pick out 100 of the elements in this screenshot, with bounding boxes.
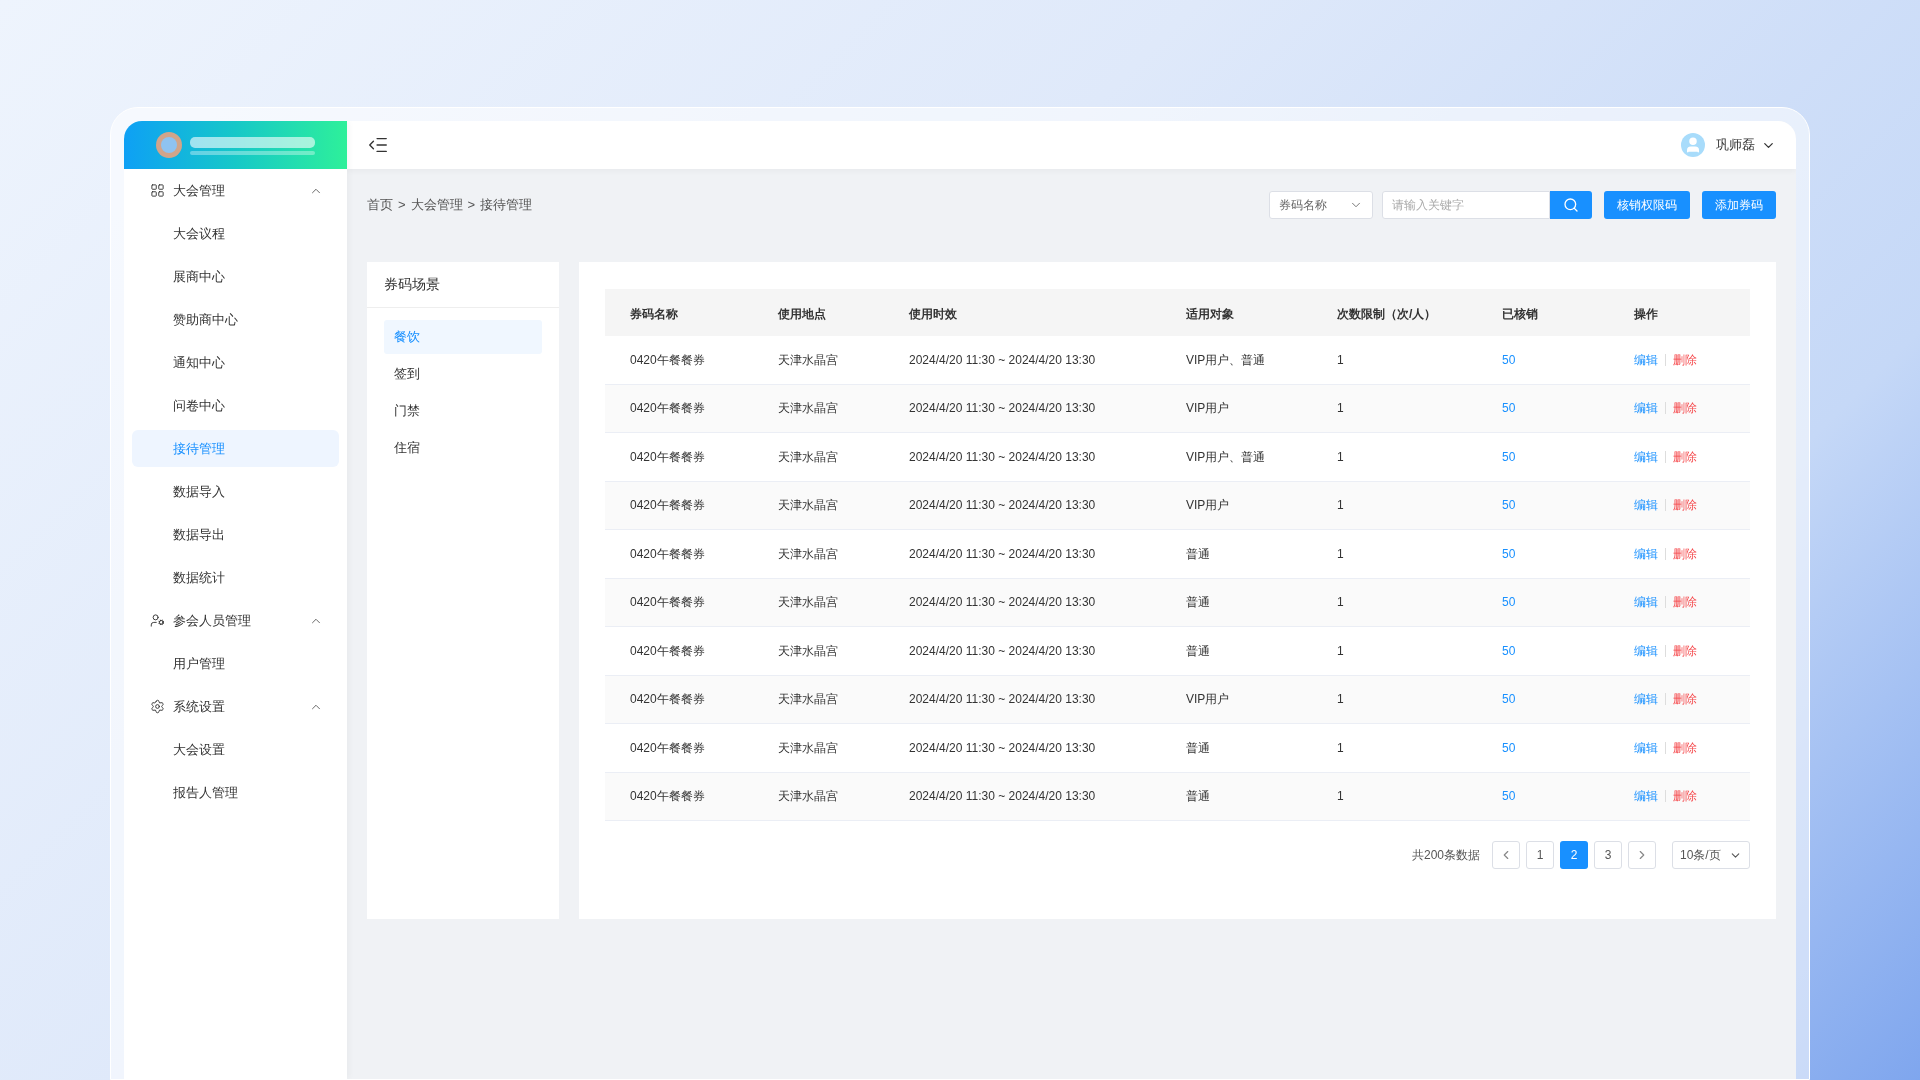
page-size-select[interactable]: 10条/页 (1672, 841, 1750, 869)
column-header: 已核销 (1502, 306, 1538, 321)
menu-item[interactable]: 数据导出 (132, 516, 339, 553)
scene-item[interactable]: 餐饮 (384, 320, 542, 354)
table-cell: 1 (1337, 546, 1344, 561)
menu-item[interactable]: 报告人管理 (132, 774, 339, 811)
avatar-icon[interactable] (1681, 133, 1705, 157)
table-cell: 1 (1337, 401, 1344, 416)
menu-group[interactable]: 大会管理 (124, 169, 347, 212)
edit-link[interactable]: 编辑 (1634, 544, 1658, 563)
column-header: 使用地点 (778, 306, 826, 321)
group-label: 参会人员管理 (173, 611, 252, 630)
table-cell: 2024/4/20 11:30 ~ 2024/4/20 13:30 (909, 546, 1096, 561)
table-cell: 2024/4/20 11:30 ~ 2024/4/20 13:30 (909, 449, 1096, 464)
scene-item[interactable]: 住宿 (384, 431, 542, 465)
edit-link[interactable]: 编辑 (1634, 350, 1658, 369)
column-header: 适用对象 (1186, 306, 1234, 321)
delete-link[interactable]: 删除 (1673, 641, 1697, 660)
edit-link[interactable]: 编辑 (1634, 787, 1658, 806)
table-cell: 0420午餐餐券 (630, 449, 705, 464)
menu-item[interactable]: 展商中心 (132, 258, 339, 295)
menu-item[interactable]: 赞助商中心 (132, 301, 339, 338)
breadcrumb-separator: > (467, 196, 476, 215)
table-cell: VIP用户 (1186, 401, 1230, 416)
action-button[interactable]: 添加券码 (1702, 191, 1776, 219)
verified-count-link[interactable]: 50 (1502, 692, 1516, 707)
table-cell: 2024/4/20 11:30 ~ 2024/4/20 13:30 (909, 692, 1096, 707)
verified-count-link[interactable]: 50 (1502, 643, 1516, 658)
table-cell: 2024/4/20 11:30 ~ 2024/4/20 13:30 (909, 401, 1096, 416)
menu-item[interactable]: 大会设置 (132, 731, 339, 768)
delete-link[interactable]: 删除 (1673, 496, 1697, 515)
edit-link[interactable]: 编辑 (1634, 593, 1658, 612)
verified-count-link[interactable]: 50 (1502, 449, 1516, 464)
table-cell: 普通 (1186, 740, 1210, 755)
column-header: 操作 (1634, 306, 1658, 321)
table-cell: 普通 (1186, 789, 1210, 804)
menu-group[interactable]: 系统设置 (124, 685, 347, 728)
verified-count-link[interactable]: 50 (1502, 352, 1516, 367)
column-header: 使用时效 (909, 306, 957, 321)
delete-link[interactable]: 删除 (1673, 447, 1697, 466)
table-cell: 0420午餐餐券 (630, 692, 705, 707)
breadcrumb-link[interactable]: 大会管理 (410, 195, 463, 215)
menu-item[interactable]: 数据统计 (132, 559, 339, 596)
table-cell: 普通 (1186, 546, 1210, 561)
verified-count-link[interactable]: 50 (1502, 498, 1516, 513)
menu-item[interactable]: 大会议程 (132, 215, 339, 252)
edit-link[interactable]: 编辑 (1634, 496, 1658, 515)
menu-group[interactable]: 参会人员管理 (124, 599, 347, 642)
group-icon (150, 613, 165, 628)
delete-link[interactable]: 删除 (1673, 593, 1697, 612)
table-cell: 0420午餐餐券 (630, 595, 705, 610)
delete-link[interactable]: 删除 (1673, 544, 1697, 563)
edit-link[interactable]: 编辑 (1634, 447, 1658, 466)
menu-item[interactable]: 通知中心 (132, 344, 339, 381)
action-button[interactable]: 核销权限码 (1604, 191, 1690, 219)
menu-item[interactable]: 数据导入 (132, 473, 339, 510)
table-cell: 0420午餐餐券 (630, 789, 705, 804)
table-cell: 普通 (1186, 595, 1210, 610)
page-button[interactable]: 3 (1594, 841, 1622, 869)
table-cell: VIP用户、普通 (1186, 352, 1266, 367)
table-cell: 天津水晶宫 (778, 692, 838, 707)
verified-count-link[interactable]: 50 (1502, 546, 1516, 561)
table-cell: 天津水晶宫 (778, 740, 838, 755)
scene-item[interactable]: 门禁 (384, 394, 542, 428)
menu-item[interactable]: 接待管理 (132, 430, 339, 467)
delete-link[interactable]: 删除 (1673, 738, 1697, 757)
verified-count-link[interactable]: 50 (1502, 740, 1516, 755)
page-button[interactable]: 2 (1560, 841, 1588, 869)
table-cell: VIP用户 (1186, 498, 1230, 513)
page-button[interactable]: 1 (1526, 841, 1554, 869)
table-cell: 2024/4/20 11:30 ~ 2024/4/20 13:30 (909, 789, 1096, 804)
scene-item[interactable]: 签到 (384, 357, 542, 391)
menu-item[interactable]: 用户管理 (132, 645, 339, 682)
user-name[interactable]: 巩师磊 (1716, 135, 1755, 155)
delete-link[interactable]: 删除 (1673, 350, 1697, 369)
table-cell: 天津水晶宫 (778, 789, 838, 804)
table-cell: 0420午餐餐券 (630, 643, 705, 658)
table-cell: 2024/4/20 11:30 ~ 2024/4/20 13:30 (909, 352, 1096, 367)
search-button[interactable] (1550, 191, 1592, 219)
edit-link[interactable]: 编辑 (1634, 738, 1658, 757)
filter-select[interactable]: 券码名称 (1269, 191, 1373, 219)
search-field[interactable]: 请输入关键字 (1382, 191, 1550, 219)
menu-item[interactable]: 问卷中心 (132, 387, 339, 424)
table-cell: 天津水晶宫 (778, 546, 838, 561)
verified-count-link[interactable]: 50 (1502, 595, 1516, 610)
edit-link[interactable]: 编辑 (1634, 641, 1658, 660)
delete-link[interactable]: 删除 (1673, 399, 1697, 418)
delete-link[interactable]: 删除 (1673, 690, 1697, 709)
edit-link[interactable]: 编辑 (1634, 399, 1658, 418)
delete-link[interactable]: 删除 (1673, 787, 1697, 806)
table-cell: 0420午餐餐券 (630, 401, 705, 416)
table-cell: 1 (1337, 692, 1344, 707)
panel-title: 券码场景 (367, 262, 559, 308)
breadcrumb-link[interactable]: 首页 (367, 195, 393, 215)
verified-count-link[interactable]: 50 (1502, 401, 1516, 416)
verified-count-link[interactable]: 50 (1502, 789, 1516, 804)
edit-link[interactable]: 编辑 (1634, 690, 1658, 709)
table-cell: 1 (1337, 449, 1344, 464)
table-cell: 0420午餐餐券 (630, 740, 705, 755)
total-count: 共200条数据 (1411, 847, 1480, 864)
